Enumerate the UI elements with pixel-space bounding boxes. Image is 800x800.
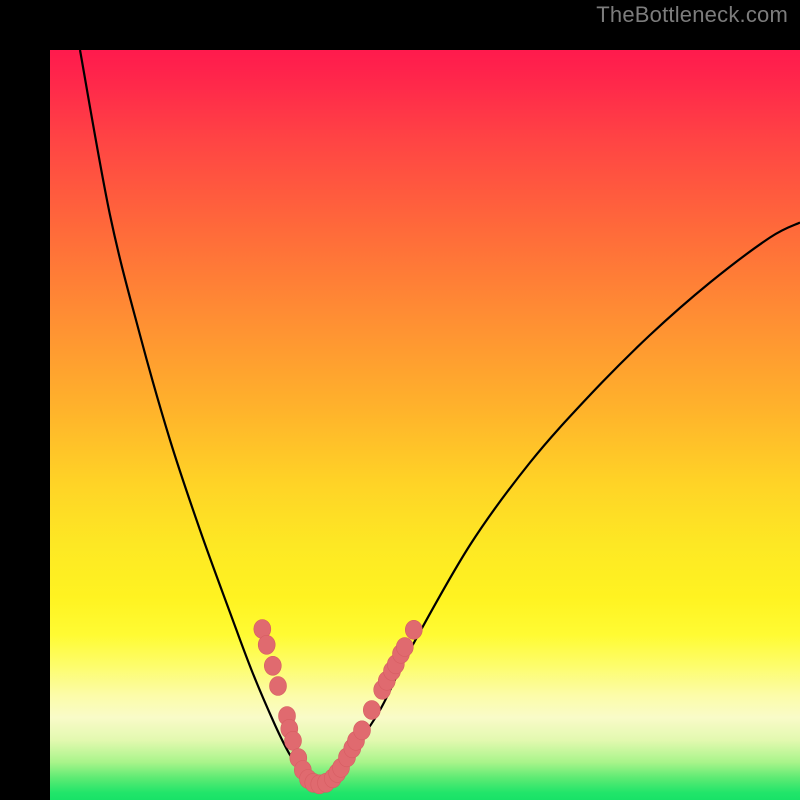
curve-marker xyxy=(258,635,275,654)
watermark-label: TheBottleneck.com xyxy=(596,2,788,28)
curve-marker xyxy=(396,638,413,657)
marker-group xyxy=(254,620,422,794)
bottleneck-curve xyxy=(80,50,800,785)
curve-layer xyxy=(50,50,800,800)
curve-marker xyxy=(270,677,287,696)
chart-frame xyxy=(25,25,775,775)
curve-marker xyxy=(285,731,302,750)
curve-marker xyxy=(405,620,422,639)
curve-marker xyxy=(363,701,380,720)
curve-marker xyxy=(264,656,281,675)
curve-marker xyxy=(354,721,371,740)
plot-area xyxy=(50,50,800,800)
